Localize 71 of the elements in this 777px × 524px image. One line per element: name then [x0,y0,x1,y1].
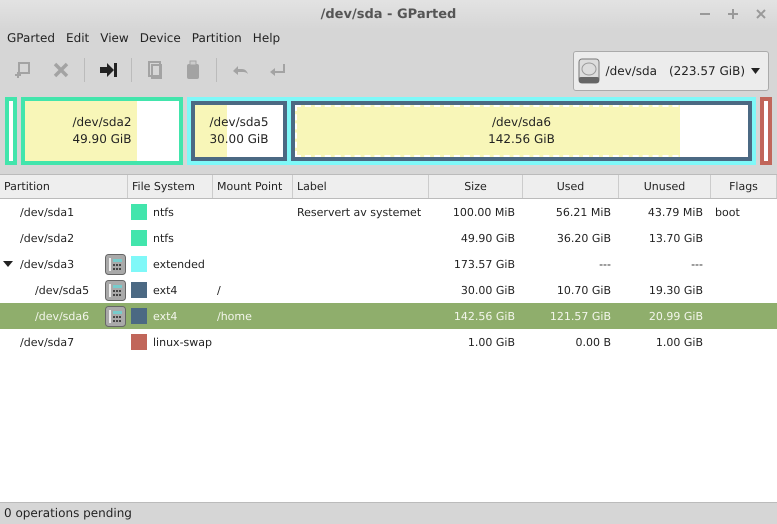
table-cell: boot [715,206,740,218]
table-cell: /dev/sda7 [20,336,74,348]
table-cell: 121.57 GiB [550,310,611,322]
table-cell: 56.21 MiB [556,206,611,218]
window-title: /dev/sda - GParted [320,6,456,22]
partition-name: /dev/sda2 [72,114,132,131]
table-cell: /dev/sda1 [20,206,74,218]
table-cell: /dev/sda6 [35,310,90,322]
menu-item[interactable]: Device [134,31,186,45]
table-cell: 10.70 GiB [556,284,611,296]
table-cell: ext4 [153,310,178,322]
partition-size: 142.56 GiB [488,131,555,148]
column-header[interactable]: Partition [0,175,128,198]
menu-item[interactable]: Partition [186,31,247,45]
column-header[interactable]: Label [293,175,429,198]
table-cell: 36.20 GiB [556,232,611,244]
table-row[interactable]: /dev/sda2 ntfs 49.90 GiB 36.20 GiB 13.70 GiB [0,225,777,251]
table-cell: /dev/sda2 [20,232,74,244]
column-header[interactable]: Size [429,175,523,198]
table-cell: 49.90 GiB [460,232,515,244]
extended-partition-block[interactable]: /dev/sda5 30.00 GiB /dev/sda6 142.56 GiB [187,97,756,165]
table-cell: /home [217,310,252,322]
partition-size: 30.00 GiB [209,131,269,148]
column-header[interactable]: Flags [711,175,777,198]
partition-block[interactable] [760,97,772,165]
caret-icon [751,68,760,74]
column-header[interactable]: Used [523,175,619,198]
table-cell: ext4 [153,284,178,296]
table-row[interactable]: /dev/sda1 ntfs Reservert av systemet 100.00 MiB 56.21 MiB 43.79 MiB boot [0,199,777,225]
partition-block[interactable]: /dev/sda2 49.90 GiB [21,97,183,165]
menu-item[interactable]: GParted [1,31,60,45]
table-cell: 1.00 GiB [656,336,703,348]
table-cell: 142.56 GiB [454,310,515,322]
table-row[interactable]: /dev/sda3 extended 173.57 GiB --- --- [0,251,777,277]
table-cell: 100.00 MiB [452,206,515,218]
column-header[interactable]: Mount Point [213,175,293,198]
partition-block[interactable]: /dev/sda5 30.00 GiB [191,101,287,161]
partition-block[interactable]: /dev/sda6 142.56 GiB [291,101,752,161]
device-dropdown[interactable]: /dev/sda (223.57 GiB) [572,51,769,91]
table-cell: linux-swap [153,336,212,348]
partition-name: /dev/sda5 [209,114,269,131]
table-cell: --- [691,258,703,270]
close-icon[interactable] [755,8,767,20]
table-cell: /dev/sda3 [20,258,74,270]
maximize-icon[interactable] [727,8,739,20]
column-header[interactable]: Unused [619,175,711,198]
partition-name: /dev/sda6 [492,114,552,131]
menu-item[interactable]: View [94,31,134,45]
expander-icon[interactable] [3,259,13,269]
table-cell: ntfs [153,232,174,244]
table-cell: 20.99 GiB [648,310,703,322]
menu-item[interactable]: Edit [60,31,94,45]
table-cell: 19.30 GiB [648,284,703,296]
table-cell: 13.70 GiB [648,232,703,244]
table-cell: ntfs [153,206,174,218]
table-cell: 43.79 MiB [648,206,703,218]
table-row[interactable]: /dev/sda7 linux-swap 1.00 GiB 0.00 B 1.00 GiB [0,329,777,355]
table-cell: --- [599,258,611,270]
menu-item[interactable]: Help [246,31,286,45]
table-cell: / [217,284,221,296]
table-cell: 173.57 GiB [454,258,515,270]
table-cell: /dev/sda5 [35,284,90,296]
partition-block[interactable] [5,97,17,165]
partition-size: 49.90 GiB [72,131,132,148]
table-row[interactable]: /dev/sda5 ext4 / 30.00 GiB 10.70 GiB 19.30 GiB [0,277,777,303]
table-cell: 30.00 GiB [460,284,515,296]
column-header[interactable]: File System [128,175,213,198]
table-cell: extended [153,258,205,270]
table-cell: 1.00 GiB [468,336,515,348]
table-cell: Reservert av systemet [297,206,422,218]
table-cell: 0.00 B [575,336,611,348]
